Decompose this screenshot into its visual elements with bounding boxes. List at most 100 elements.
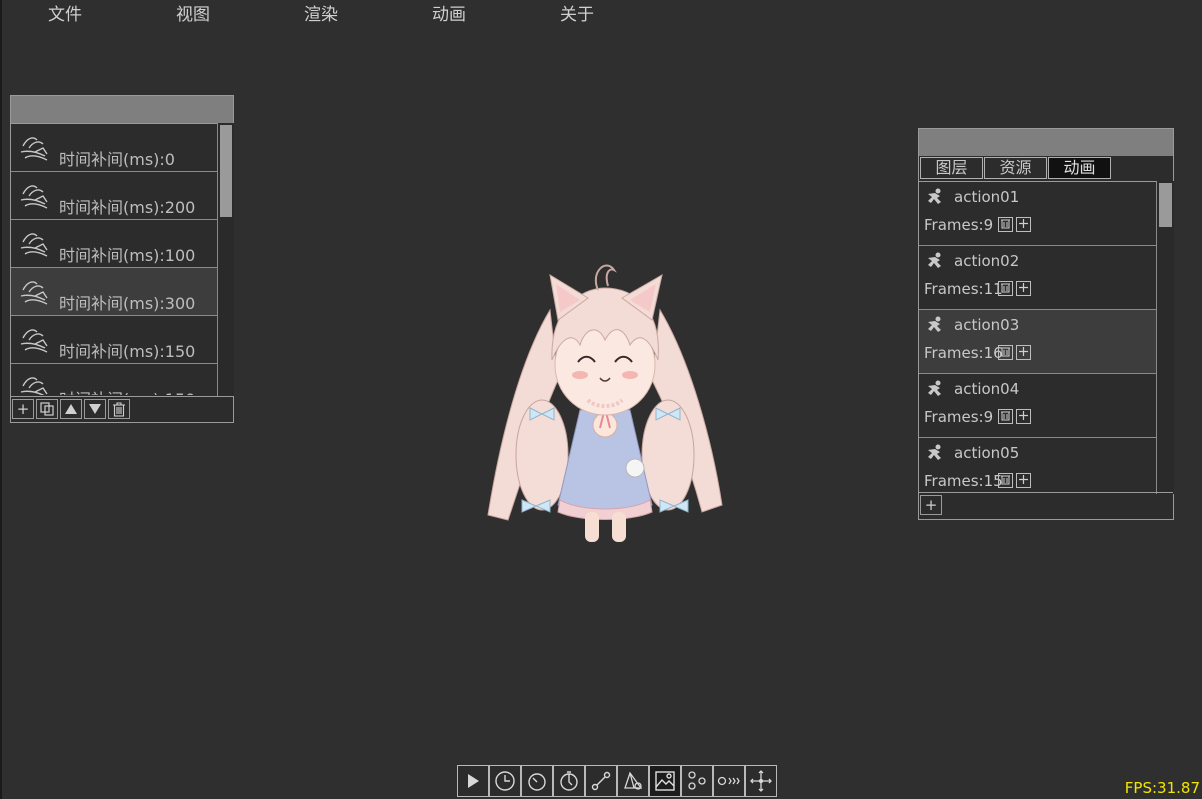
image-tool-button[interactable]	[649, 765, 681, 797]
frame-list: 时间补间(ms):0 时间补间(ms):200 时间补间(ms):100 时间补…	[11, 123, 217, 395]
frame-label: 时间补间(ms):150	[59, 386, 195, 395]
copy-frame-button[interactable]	[36, 399, 58, 419]
menu-bar: 文件 视图 渲染 动画 关于	[0, 0, 1202, 25]
delete-animation-button[interactable]	[998, 281, 1013, 296]
animation-name: action05	[954, 444, 1020, 462]
mesh-icon	[624, 771, 643, 790]
animation-list-scrollbar[interactable]	[1156, 181, 1174, 494]
copy-icon	[40, 402, 54, 416]
animation-name: action03	[954, 316, 1020, 334]
animation-frame-count: Frames:9	[924, 408, 994, 426]
delete-animation-button[interactable]	[998, 409, 1013, 424]
trash-icon	[113, 401, 125, 417]
menu-animation[interactable]: 动画	[432, 0, 466, 25]
animation-row[interactable]: action05 Frames:15	[919, 438, 1156, 495]
frame-tween-icon	[20, 185, 48, 209]
frame-tween-icon	[20, 377, 48, 395]
trash-icon	[1001, 411, 1010, 421]
timer-icon	[528, 773, 546, 791]
delete-animation-button[interactable]	[998, 345, 1013, 360]
frame-list-scrollbar[interactable]	[217, 123, 234, 396]
scrollbar-thumb[interactable]	[220, 125, 232, 217]
animation-row[interactable]: action04 Frames:9	[919, 374, 1156, 438]
character-blush	[622, 371, 638, 379]
running-figure-icon	[928, 252, 941, 268]
plus-icon	[1019, 475, 1028, 484]
bone-tool-button[interactable]	[585, 765, 617, 797]
arrow-up-icon	[65, 404, 77, 414]
frame-row[interactable]: 时间补间(ms):150	[11, 316, 217, 364]
frame-label: 时间补间(ms):150	[59, 342, 196, 361]
delete-animation-button[interactable]	[998, 473, 1013, 488]
clock-icon	[495, 771, 515, 791]
window-edge	[0, 0, 2, 799]
animation-row[interactable]: action01 Frames:9	[919, 182, 1156, 246]
move-frame-down-button[interactable]	[84, 399, 106, 419]
scrollbar-thumb[interactable]	[1159, 183, 1172, 227]
plus-icon	[1019, 411, 1028, 420]
frame-tween-icon	[20, 137, 48, 161]
animation-row[interactable]: action02 Frames:11	[919, 246, 1156, 310]
character-ahoge	[595, 264, 617, 291]
character-cat-bag	[625, 458, 645, 478]
animation-panel-titlebar[interactable]	[919, 129, 1173, 156]
frame-tween-icon	[20, 233, 48, 257]
frame-row[interactable]: 时间补间(ms):0	[11, 124, 217, 172]
plus-icon	[1019, 283, 1028, 292]
menu-about[interactable]: 关于	[560, 0, 594, 25]
move-icon	[750, 770, 772, 792]
nodes-icon	[688, 771, 706, 790]
plus-icon	[1019, 219, 1028, 228]
tab-resources[interactable]: 资源	[984, 157, 1047, 179]
frame-row[interactable]: 时间补间(ms):150	[11, 364, 217, 395]
chain-tool-button[interactable]	[713, 765, 745, 797]
character-blush	[572, 371, 588, 379]
add-frame-to-animation-button[interactable]	[1016, 409, 1031, 424]
add-animation-button[interactable]: +	[920, 495, 942, 515]
menu-view[interactable]: 视图	[176, 0, 210, 25]
animation-name: action01	[954, 188, 1020, 206]
delete-animation-button[interactable]	[998, 217, 1013, 232]
stopwatch-icon	[560, 771, 578, 791]
animation-name: action04	[954, 380, 1020, 398]
timeline-button[interactable]	[489, 765, 521, 797]
menu-file[interactable]: 文件	[48, 0, 82, 25]
animation-frame-count: Frames:11	[924, 280, 1003, 298]
tab-animation[interactable]: 动画	[1048, 157, 1111, 179]
add-frame-to-animation-button[interactable]	[1016, 345, 1031, 360]
character-preview[interactable]	[480, 250, 730, 550]
delete-frame-button[interactable]	[108, 399, 130, 419]
add-frame-button[interactable]: +	[12, 399, 34, 419]
move-tool-button[interactable]	[745, 765, 777, 797]
trash-icon	[1001, 283, 1010, 293]
chain-icon	[717, 776, 740, 786]
animation-panel-tabs: 图层 资源 动画	[919, 156, 1175, 180]
node-tool-button[interactable]	[681, 765, 713, 797]
play-button[interactable]	[457, 765, 489, 797]
trash-icon	[1001, 475, 1010, 485]
frame-row[interactable]: 时间补间(ms):100	[11, 220, 217, 268]
frame-row-selected[interactable]: 时间补间(ms):300	[11, 268, 217, 316]
frame-toolbar: +	[11, 396, 233, 422]
mesh-tool-button[interactable]	[617, 765, 649, 797]
menu-render[interactable]: 渲染	[304, 0, 338, 25]
animation-toolbar: +	[919, 492, 1173, 519]
frame-tween-icon	[20, 281, 48, 305]
add-frame-to-animation-button[interactable]	[1016, 217, 1031, 232]
add-frame-to-animation-button[interactable]	[1016, 473, 1031, 488]
frame-row[interactable]: 时间补间(ms):200	[11, 172, 217, 220]
tab-layers[interactable]: 图层	[920, 157, 983, 179]
frame-panel-titlebar[interactable]	[11, 96, 233, 123]
animation-row-selected[interactable]: action03 Frames:16	[919, 310, 1156, 374]
trash-icon	[1001, 347, 1010, 357]
animation-frame-count: Frames:9	[924, 216, 994, 234]
stopwatch-button[interactable]	[553, 765, 585, 797]
animation-frame-count: Frames:15	[924, 472, 1003, 490]
frame-label: 时间补间(ms):100	[59, 246, 196, 265]
timer-button[interactable]	[521, 765, 553, 797]
plus-icon	[1019, 347, 1028, 356]
arrow-down-icon	[89, 404, 101, 414]
move-frame-up-button[interactable]	[60, 399, 82, 419]
fps-counter: FPS:31.87	[1124, 779, 1200, 797]
add-frame-to-animation-button[interactable]	[1016, 281, 1031, 296]
